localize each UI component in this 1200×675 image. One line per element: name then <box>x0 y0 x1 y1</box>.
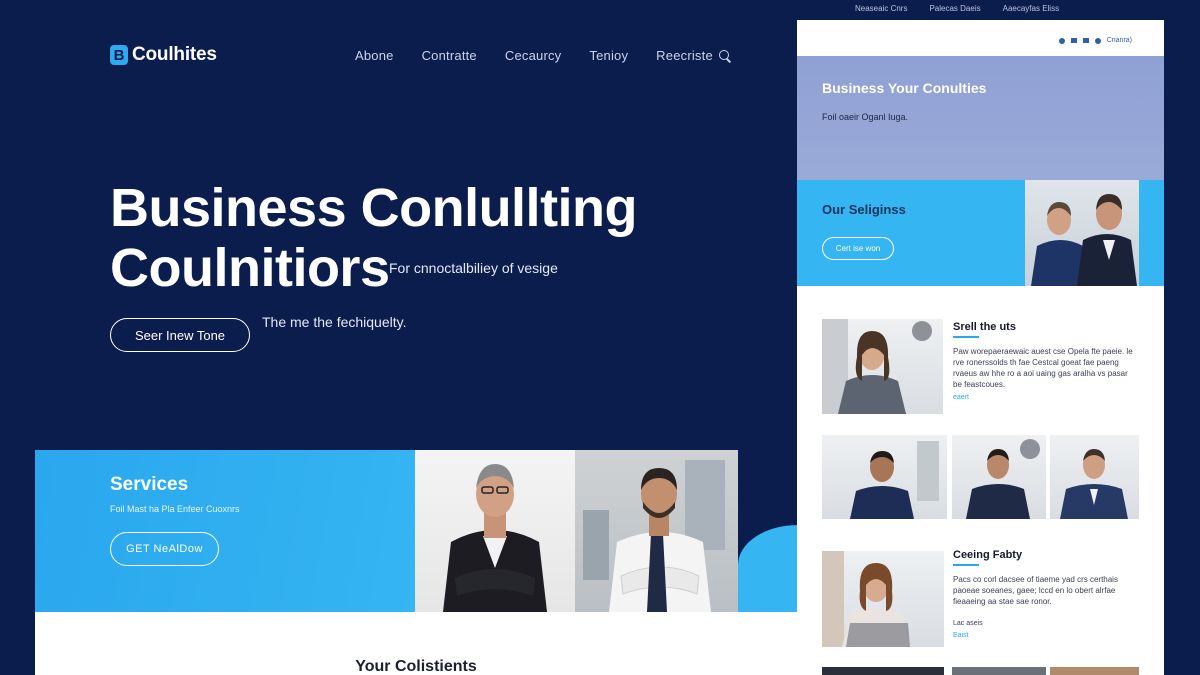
mockup-section2-link-b[interactable]: Eaist <box>953 632 969 639</box>
person-illustration <box>966 439 1040 519</box>
main-nav: Abone Contratte Cecaurcy Tenioy Reecrist… <box>355 48 731 63</box>
nav-search-label: Reecriste <box>656 48 713 63</box>
team-photo-peek-3 <box>1050 667 1139 675</box>
section2-underline <box>953 564 979 566</box>
hero-cta-button[interactable]: Seer Inew Tone <box>110 318 250 352</box>
clients-title: Your Colistients <box>355 658 477 675</box>
nav-item-tenioy[interactable]: Tenioy <box>589 48 628 63</box>
top-link-3[interactable]: Aaecayfas Eliss <box>1003 4 1059 13</box>
services-description: Foil Mast ha Pla Enfeer Cuoxnrs <box>110 504 240 514</box>
hero-subtitle: For cnnoctalbiliey of vesige <box>389 260 558 276</box>
nav-item-contratte[interactable]: Contratte <box>422 48 477 63</box>
mail-icon[interactable] <box>1070 38 1077 43</box>
mockup-services-photo <box>1025 180 1139 286</box>
mockup-services-title: Our Seliginss <box>822 202 906 217</box>
mockup-header: Cnanra) <box>797 20 1164 56</box>
mockup-services-button[interactable]: Cert ise won <box>822 237 894 260</box>
mockup-section2-link-a[interactable]: Lac aseis <box>953 620 983 627</box>
team-photo-woman <box>822 319 943 414</box>
phone-icon[interactable] <box>1058 37 1065 44</box>
nav-item-abone[interactable]: Abone <box>355 48 394 63</box>
brand-name: Coulhites <box>132 44 217 65</box>
hero-tagline: The me the fechiquelty. <box>262 314 407 330</box>
mockup-header-icons: Cnanra) <box>1058 37 1132 44</box>
hero-title: Business Conlullting Coulnitiors <box>110 178 638 298</box>
team-photo-man-2 <box>952 435 1046 519</box>
person-illustration <box>1060 449 1128 519</box>
brand-mark-icon: B <box>110 45 128 65</box>
services-cta-button[interactable]: GET NeAlDow <box>110 532 219 566</box>
person-illustration <box>850 441 939 519</box>
team-photo-man-1 <box>822 435 947 519</box>
mockup-section2-title: Ceeing Fabty <box>953 549 1023 561</box>
consultant-photo-2 <box>575 450 738 612</box>
nav-item-reecriste[interactable]: Reecriste <box>656 48 731 63</box>
services-panel: Services Foil Mast ha Pla Enfeer Cuoxnrs… <box>35 450 415 612</box>
person-illustration <box>583 460 725 612</box>
team-photo-man-3 <box>1050 435 1139 519</box>
section1-underline <box>953 336 979 338</box>
person-illustration <box>822 319 932 414</box>
person-illustration <box>443 464 547 612</box>
mockup-services-panel: Our Seliginss Cert ise won <box>797 180 1025 286</box>
team-photo-woman-2 <box>822 551 944 647</box>
nav-item-cecaurcy[interactable]: Cecaurcy <box>505 48 562 63</box>
mockup-section1-text: Paw worepaeraewaic auest cse Opela fte p… <box>953 347 1133 389</box>
team-photo-peek-2 <box>952 667 1046 675</box>
top-links: Neaseaic Cnrs Palecas Daeis Aaecayfas El… <box>855 4 1059 13</box>
hero-title-line2: Coulnitiors <box>110 238 390 298</box>
mockup-page: Cnanra) Business Your Conulties Foil oae… <box>797 20 1164 675</box>
team-photo-peek-1 <box>822 667 944 675</box>
team-illustration <box>1031 194 1137 286</box>
mockup-section2-text: Pacs co corl dacsee of tiaeme yad crs ce… <box>953 575 1118 606</box>
mockup-section1-title: Srell the uts <box>953 321 1016 333</box>
mockup-section1-link[interactable]: eaert <box>953 394 969 401</box>
top-link-1[interactable]: Neaseaic Cnrs <box>855 4 907 13</box>
services-title: Services <box>110 474 189 495</box>
mockup-services-edge <box>1139 180 1164 286</box>
user-icon[interactable] <box>1094 37 1101 44</box>
decorative-swoosh <box>738 525 798 612</box>
mockup-hero-subtitle: Foil oaeir Oganl Iuga. <box>822 112 909 122</box>
clients-section: Your Colistients <box>35 612 797 675</box>
brand-logo[interactable]: B Coulhites <box>110 44 217 66</box>
mockup-hero: Business Your Conulties Foil oaeir Oganl… <box>797 56 1164 180</box>
mockup-header-text[interactable]: Cnanra) <box>1107 37 1132 44</box>
calendar-icon[interactable] <box>1082 38 1089 43</box>
mockup-hero-title: Business Your Conulties <box>822 80 987 96</box>
hero-title-line1: Business Conlullting <box>110 178 638 238</box>
top-link-2[interactable]: Palecas Daeis <box>929 4 980 13</box>
person-illustration <box>822 551 910 647</box>
consultant-photo-1 <box>415 450 575 612</box>
search-icon[interactable] <box>718 49 731 62</box>
